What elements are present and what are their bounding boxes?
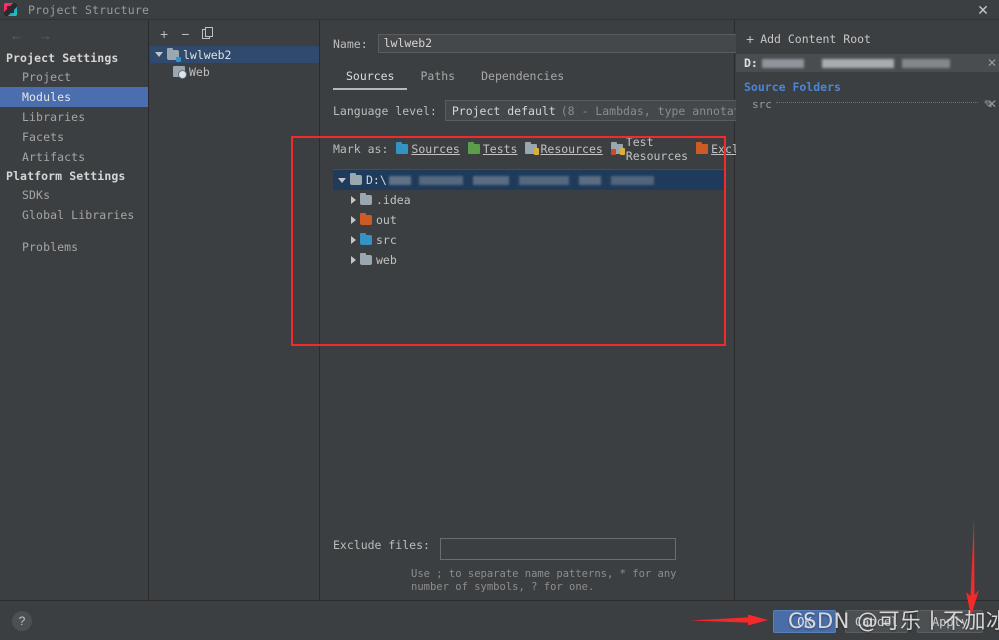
folder-icon <box>350 173 362 185</box>
redacted-path <box>761 58 950 68</box>
detail-tabs: Sources Paths Dependencies <box>321 53 734 90</box>
chevron-right-icon[interactable] <box>351 196 356 204</box>
csdn-watermark: CSDN @可乐丨不加冰 <box>788 609 999 633</box>
content-root-drive-label: D: <box>744 56 758 70</box>
folder-icon <box>360 253 372 265</box>
module-folder-icon <box>167 47 181 62</box>
sidebar-item-global-libraries[interactable]: Global Libraries <box>0 205 148 225</box>
close-icon[interactable]: ✕ <box>987 97 997 111</box>
mark-as-resources-button[interactable]: Resources <box>525 142 603 156</box>
settings-sidebar: ← → Project Settings Project Modules Lib… <box>0 20 149 600</box>
tree-row[interactable]: out <box>333 210 726 230</box>
add-content-root-button[interactable]: + Add Content Root <box>736 20 999 54</box>
module-tree-item-lwlweb2[interactable]: lwlweb2 <box>150 46 319 63</box>
sidebar-item-artifacts[interactable]: Artifacts <box>0 147 148 167</box>
close-icon[interactable]: ✕ <box>987 56 997 70</box>
folder-sources-icon <box>396 142 409 154</box>
tree-row[interactable]: .idea <box>333 190 726 210</box>
sidebar-item-facets[interactable]: Facets <box>0 127 148 147</box>
mark-as-label: Mark as: <box>333 142 389 156</box>
remove-module-button[interactable]: − <box>181 27 189 41</box>
name-row: Name: lwlweb2 <box>321 20 993 53</box>
tab-sources[interactable]: Sources <box>333 66 408 90</box>
facet-label: Web <box>189 64 210 79</box>
content-roots-panel: + Add Content Root D: ✕ Source Folders s… <box>736 20 999 600</box>
sidebar-item-problems[interactable]: Problems <box>0 237 148 257</box>
tree-row[interactable]: web <box>333 250 726 270</box>
project-structure-dialog: Project Structure ✕ ← → Project Settings… <box>0 0 999 640</box>
folder-label: .idea <box>376 193 411 207</box>
tab-paths[interactable]: Paths <box>407 66 468 90</box>
intellij-idea-logo-icon <box>4 3 17 16</box>
mark-as-test-resources-button[interactable]: Test Resources <box>610 135 689 163</box>
module-label: lwlweb2 <box>183 47 232 62</box>
folder-tests-icon <box>467 142 480 154</box>
source-folders-title: Source Folders <box>744 80 841 94</box>
tree-row[interactable]: D:\ <box>333 170 726 190</box>
web-facet-icon <box>173 66 187 79</box>
mark-as-test-resources-label: Test Resources <box>625 135 689 163</box>
mark-as-tests-button[interactable]: Tests <box>467 142 518 156</box>
close-icon[interactable]: ✕ <box>975 2 991 18</box>
modules-toolbar: + − <box>150 20 319 46</box>
chevron-down-icon[interactable] <box>155 52 163 57</box>
content-root-tree: D:\ .idea out src web <box>333 169 726 334</box>
window-title: Project Structure <box>28 2 150 17</box>
chevron-right-icon[interactable] <box>351 256 356 264</box>
folder-test-resources-icon <box>610 142 625 155</box>
exclude-files-input[interactable] <box>439 538 676 560</box>
tab-dependencies[interactable]: Dependencies <box>468 66 577 90</box>
folder-label: src <box>376 233 397 247</box>
mark-as-resources-label: Resources <box>540 142 603 156</box>
folder-excluded-icon <box>360 213 372 225</box>
redacted-path <box>388 175 654 185</box>
module-detail-panel: Name: lwlweb2 Sources Paths Dependencies… <box>321 20 993 600</box>
modules-list-panel: + − lwlweb2 Web <box>150 20 320 600</box>
mark-as-tests-label: Tests <box>482 142 518 156</box>
chevron-down-icon[interactable] <box>338 177 346 183</box>
folder-label: out <box>376 213 397 227</box>
source-folder-label: src <box>752 97 772 111</box>
mark-as-row: Mark as: Sources Tests Resources Test Re… <box>321 121 767 163</box>
tree-row[interactable]: src <box>333 230 726 250</box>
folder-sources-icon <box>360 233 372 245</box>
sidebar-nav: ← → <box>0 20 148 49</box>
folder-label: web <box>376 253 397 267</box>
sidebar-item-project[interactable]: Project <box>0 67 148 87</box>
arrow-left-icon[interactable]: ← <box>10 28 23 43</box>
source-folder-item[interactable]: src ✎ ✕ <box>736 96 999 112</box>
content-root-path-label: D:\ <box>366 173 387 187</box>
exclude-files-label: Exclude files: <box>333 538 430 552</box>
copy-icon[interactable] <box>202 26 214 41</box>
mark-as-sources-label: Sources <box>411 142 460 156</box>
plus-icon: + <box>746 31 755 47</box>
mark-as-sources-button[interactable]: Sources <box>396 142 460 156</box>
language-level-value: Project default <box>451 103 556 118</box>
folder-icon <box>360 193 372 205</box>
help-icon[interactable]: ? <box>12 611 32 631</box>
sidebar-item-libraries[interactable]: Libraries <box>0 107 148 127</box>
exclude-files-hint: Use ; to separate name patterns, * for a… <box>411 568 677 593</box>
sidebar-group-platform-settings: Platform Settings <box>6 169 126 183</box>
annotation-highlight-divider <box>724 136 726 346</box>
name-label: Name: <box>333 36 368 51</box>
exclude-files-row: Exclude files: <box>321 538 676 560</box>
add-module-button[interactable]: + <box>160 27 168 41</box>
sidebar-item-modules[interactable]: Modules <box>0 87 148 107</box>
folder-excluded-icon <box>696 142 709 154</box>
sidebar-item-sdks[interactable]: SDKs <box>0 185 148 205</box>
sidebar-group-project-settings: Project Settings <box>6 51 119 65</box>
language-level-row: Language level: Project default (8 - Lam… <box>321 90 810 121</box>
chevron-right-icon[interactable] <box>351 216 356 224</box>
content-root-item[interactable]: D: ✕ <box>736 54 999 72</box>
chevron-right-icon[interactable] <box>351 236 356 244</box>
language-level-label: Language level: <box>333 103 437 118</box>
folder-resources-icon <box>525 142 540 155</box>
add-content-root-label: Add Content Root <box>760 32 871 46</box>
arrow-right-icon[interactable]: → <box>39 28 52 43</box>
module-tree-item-web[interactable]: Web <box>150 63 319 80</box>
title-bar: Project Structure ✕ <box>0 0 999 20</box>
divider <box>775 102 978 103</box>
